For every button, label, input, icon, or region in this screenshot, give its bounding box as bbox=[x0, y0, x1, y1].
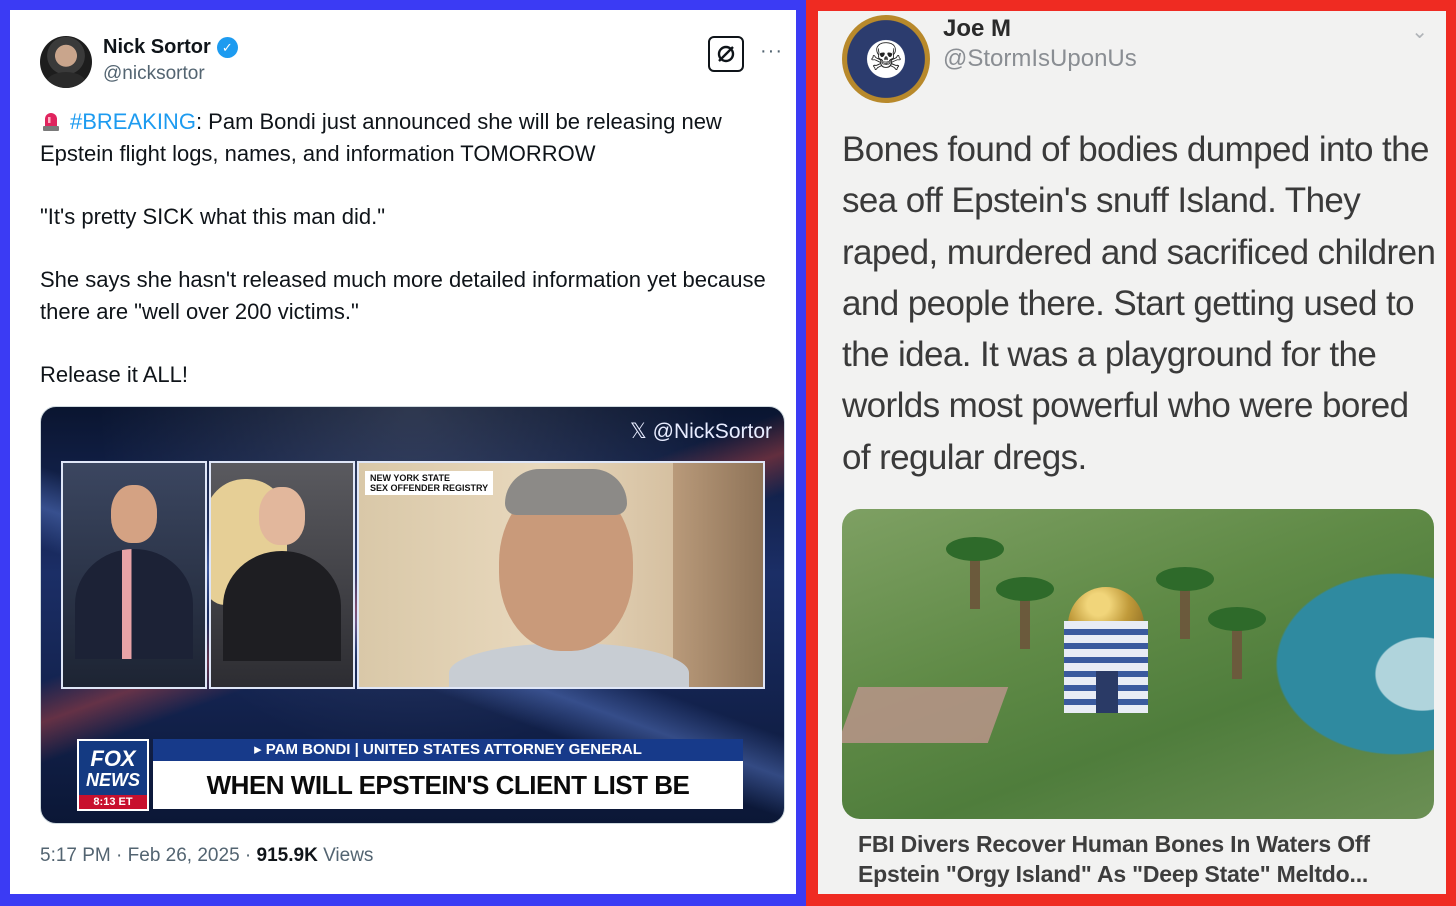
tweet-paragraph: She says she hasn't released much more d… bbox=[40, 267, 766, 324]
media-watermark: 𝕏 @NickSortor bbox=[629, 420, 772, 443]
tweet-meta: 5:17 PM · Feb 26, 2025 · 915.9K Views bbox=[40, 845, 373, 867]
palm-tree bbox=[946, 537, 1004, 609]
host-figure bbox=[75, 485, 193, 659]
avatar[interactable] bbox=[40, 36, 92, 88]
right-panel: Joe M @StormIsUponUs ⌄ Bones found of bo… bbox=[806, 0, 1456, 906]
logo-line2: NEWS bbox=[86, 770, 140, 790]
tennis-court bbox=[842, 687, 1009, 743]
palm-tree bbox=[996, 577, 1054, 649]
meta-separator: · bbox=[244, 845, 252, 866]
avatar[interactable] bbox=[842, 15, 930, 103]
chyron-headline: WHEN WILL EPSTEIN'S CLIENT LIST BE RELEA… bbox=[153, 761, 743, 823]
mugshot-side-shadow bbox=[673, 463, 763, 687]
registry-tag: NEW YORK STATE SEX OFFENDER REGISTRY bbox=[365, 471, 494, 495]
broadcast-time: 8:13 ET bbox=[79, 795, 147, 809]
registry-tag-line2: SEX OFFENDER REGISTRY bbox=[370, 483, 489, 493]
tweet-body: #BREAKING: Pam Bondi just announced she … bbox=[40, 106, 770, 422]
author-name-row: Nick Sortor ✓ bbox=[103, 36, 238, 59]
more-options-icon[interactable]: ··· bbox=[760, 40, 783, 63]
news-lower-third: FOX NEWS 8:13 ET ▸ PAM BONDI | UNITED ST… bbox=[41, 723, 784, 823]
hashtag-link[interactable]: #BREAKING bbox=[70, 109, 196, 134]
chevron-down-icon[interactable]: ⌄ bbox=[1411, 19, 1428, 44]
guest-video-frame bbox=[209, 461, 355, 689]
palm-tree bbox=[1208, 607, 1266, 679]
tweet-body: Bones found of bodies dumped into the se… bbox=[842, 130, 1436, 477]
tweet-date[interactable]: Feb 26, 2025 bbox=[128, 845, 240, 866]
tweet-paragraph: Release it ALL! bbox=[40, 362, 188, 387]
verified-badge-icon: ✓ bbox=[216, 37, 238, 58]
views-label: Views bbox=[323, 845, 374, 866]
author-handle[interactable]: @StormIsUponUs bbox=[943, 45, 1137, 73]
author-handle[interactable]: @nicksortor bbox=[103, 63, 205, 85]
fox-news-logo: FOX NEWS 8:13 ET bbox=[77, 739, 149, 811]
tweet-paragraph: #BREAKING: Pam Bondi just announced she … bbox=[40, 106, 770, 170]
rotating-light-icon bbox=[43, 113, 59, 131]
link-caption[interactable]: FBI Divers Recover Human Bones In Waters… bbox=[858, 829, 1438, 889]
grok-glyph bbox=[717, 45, 735, 63]
author-display-name[interactable]: Nick Sortor bbox=[103, 36, 211, 59]
tweet-time[interactable]: 5:17 PM bbox=[40, 845, 111, 866]
surf-area bbox=[1314, 589, 1434, 759]
registry-tag-line1: NEW YORK STATE bbox=[370, 473, 451, 483]
mugshot-hair bbox=[505, 469, 627, 515]
right-tweet-card: Joe M @StormIsUponUs ⌄ Bones found of bo… bbox=[818, 11, 1446, 894]
guest-figure bbox=[211, 479, 341, 661]
meta-separator: · bbox=[116, 845, 123, 866]
views-count[interactable]: 915.9K bbox=[257, 845, 318, 866]
author-display-name[interactable]: Joe M bbox=[943, 15, 1011, 43]
striped-temple bbox=[1064, 621, 1148, 713]
tweet-paragraph: "It's pretty SICK what this man did." bbox=[40, 204, 386, 229]
host-video-frame bbox=[61, 461, 207, 689]
logo-line1: FOX bbox=[90, 746, 136, 771]
mugshot-frame: NEW YORK STATE SEX OFFENDER REGISTRY bbox=[357, 461, 765, 689]
island-photo[interactable] bbox=[842, 509, 1434, 819]
grok-icon[interactable] bbox=[708, 36, 744, 72]
left-panel: Nick Sortor ✓ @nicksortor ··· #BREAKING:… bbox=[0, 0, 806, 906]
left-tweet-card: Nick Sortor ✓ @nicksortor ··· #BREAKING:… bbox=[10, 10, 796, 894]
temple-door bbox=[1096, 671, 1118, 713]
palm-tree bbox=[1156, 567, 1214, 639]
tweet-media-video[interactable]: 𝕏 @NickSortor NEW YORK STATE SEX OFFENDE… bbox=[40, 406, 785, 824]
chyron-speaker: ▸ PAM BONDI | UNITED STATES ATTORNEY GEN… bbox=[153, 739, 743, 761]
